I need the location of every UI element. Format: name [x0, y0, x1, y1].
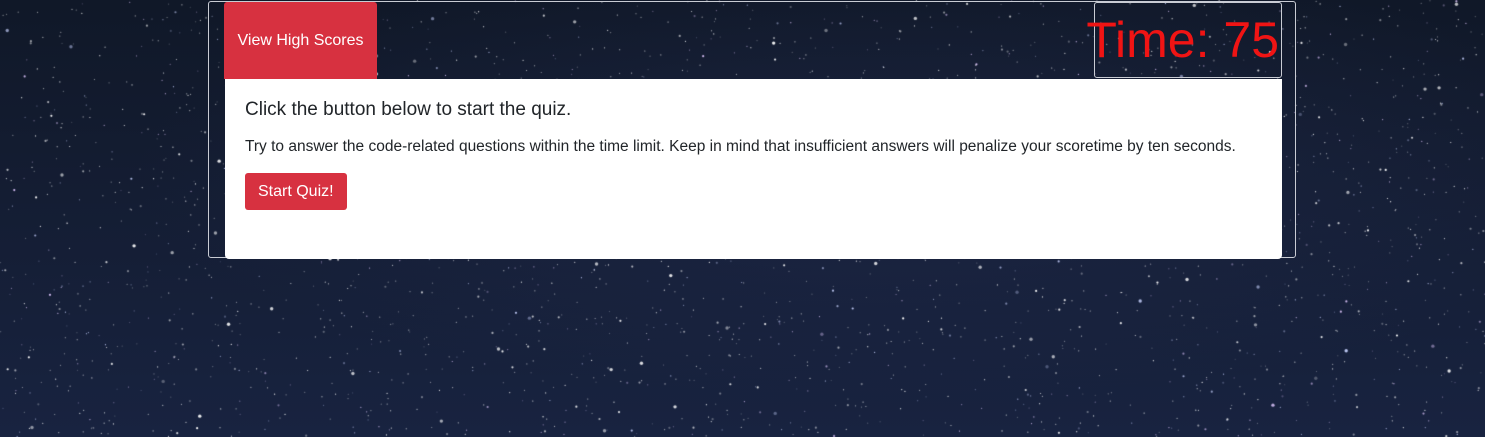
timer-box: Time: 75: [1086, 2, 1282, 78]
card-instructions: Try to answer the code-related questions…: [245, 138, 1236, 155]
card-title: Click the button below to start the quiz…: [245, 99, 572, 120]
view-high-scores-button[interactable]: View High Scores: [224, 2, 377, 79]
intro-card: Click the button below to start the quiz…: [225, 79, 1282, 259]
timer-display: Time: 75: [1086, 12, 1279, 68]
start-quiz-button[interactable]: Start Quiz!: [245, 173, 347, 210]
